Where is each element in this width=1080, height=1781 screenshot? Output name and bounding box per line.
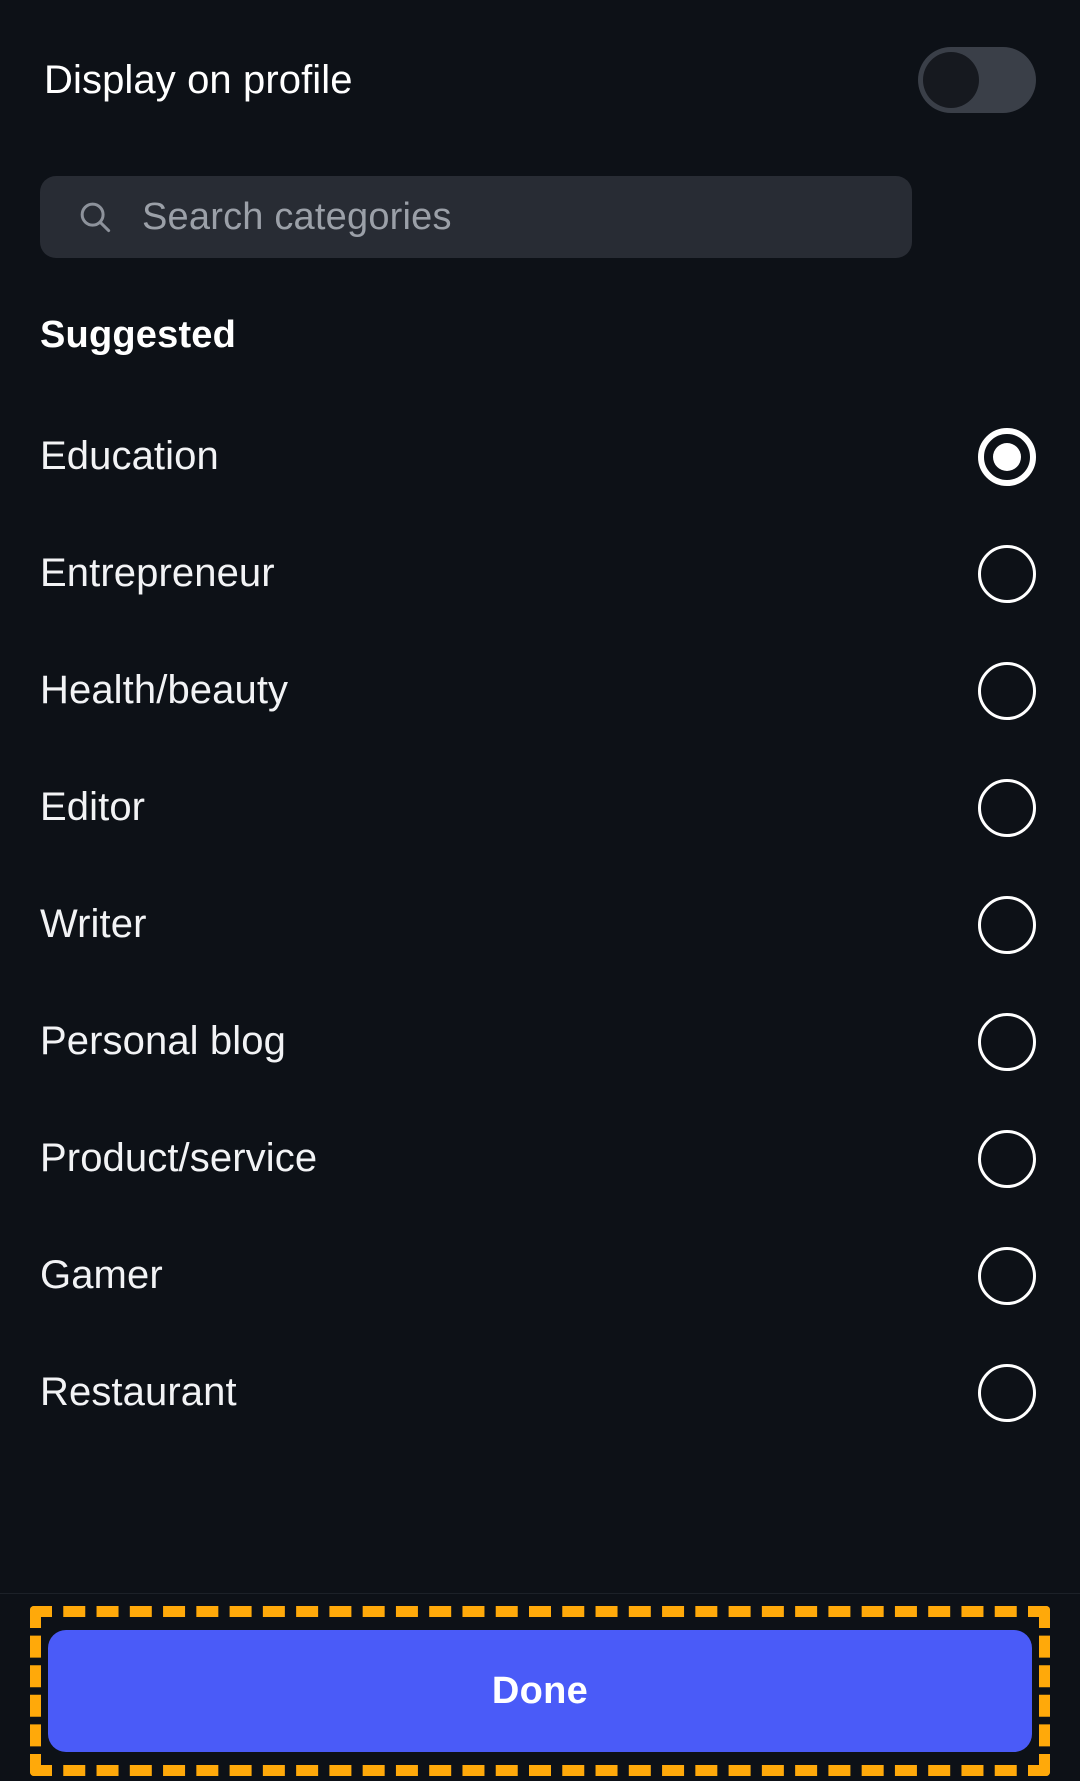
radio-unselected-icon[interactable] [978, 895, 1036, 954]
footer-bar: Done [0, 1593, 1080, 1781]
category-label: Editor [40, 785, 146, 829]
category-label: Personal blog [40, 1019, 286, 1063]
radio-selected-icon[interactable] [978, 427, 1036, 486]
radio-unselected-icon[interactable] [978, 544, 1036, 603]
radio-unselected-icon[interactable] [978, 1363, 1036, 1422]
toggle-knob [923, 52, 979, 108]
category-picker-screen: Display on profile Search categories Sug… [0, 0, 1080, 1781]
category-row[interactable]: Restaurant [0, 1334, 1080, 1451]
radio-unselected-icon[interactable] [978, 778, 1036, 837]
category-row[interactable]: Editor [0, 749, 1080, 866]
done-button-label: Done [491, 1669, 589, 1712]
category-row[interactable]: Product/service [0, 1100, 1080, 1217]
category-row[interactable]: Gamer [0, 1217, 1080, 1334]
search-input[interactable]: Search categories [142, 196, 452, 239]
category-label: Health/beauty [40, 668, 289, 712]
search-icon [76, 198, 114, 236]
radio-unselected-icon[interactable] [978, 1129, 1036, 1188]
category-label: Gamer [40, 1253, 163, 1297]
radio-unselected-icon[interactable] [978, 661, 1036, 720]
category-label: Entrepreneur [40, 551, 275, 595]
category-label: Writer [40, 902, 147, 946]
category-row[interactable]: Health/beauty [0, 632, 1080, 749]
category-label: Restaurant [40, 1370, 237, 1414]
category-label: Product/service [40, 1136, 318, 1180]
radio-unselected-icon[interactable] [978, 1012, 1036, 1071]
display-on-profile-row[interactable]: Display on profile [0, 0, 1080, 160]
search-categories-field[interactable]: Search categories [40, 176, 912, 258]
category-label: Education [40, 434, 219, 478]
category-row[interactable]: Entrepreneur [0, 515, 1080, 632]
suggested-heading: Suggested [40, 314, 237, 356]
category-row[interactable]: Personal blog [0, 983, 1080, 1100]
display-on-profile-label: Display on profile [44, 57, 353, 102]
radio-unselected-icon[interactable] [978, 1246, 1036, 1305]
category-list[interactable]: Education Entrepreneur Health/beauty Editor… [0, 398, 1080, 1593]
category-row[interactable]: Writer [0, 866, 1080, 983]
category-row[interactable]: Education [0, 398, 1080, 515]
display-on-profile-toggle[interactable] [918, 47, 1036, 113]
done-button[interactable]: Done [48, 1630, 1032, 1752]
